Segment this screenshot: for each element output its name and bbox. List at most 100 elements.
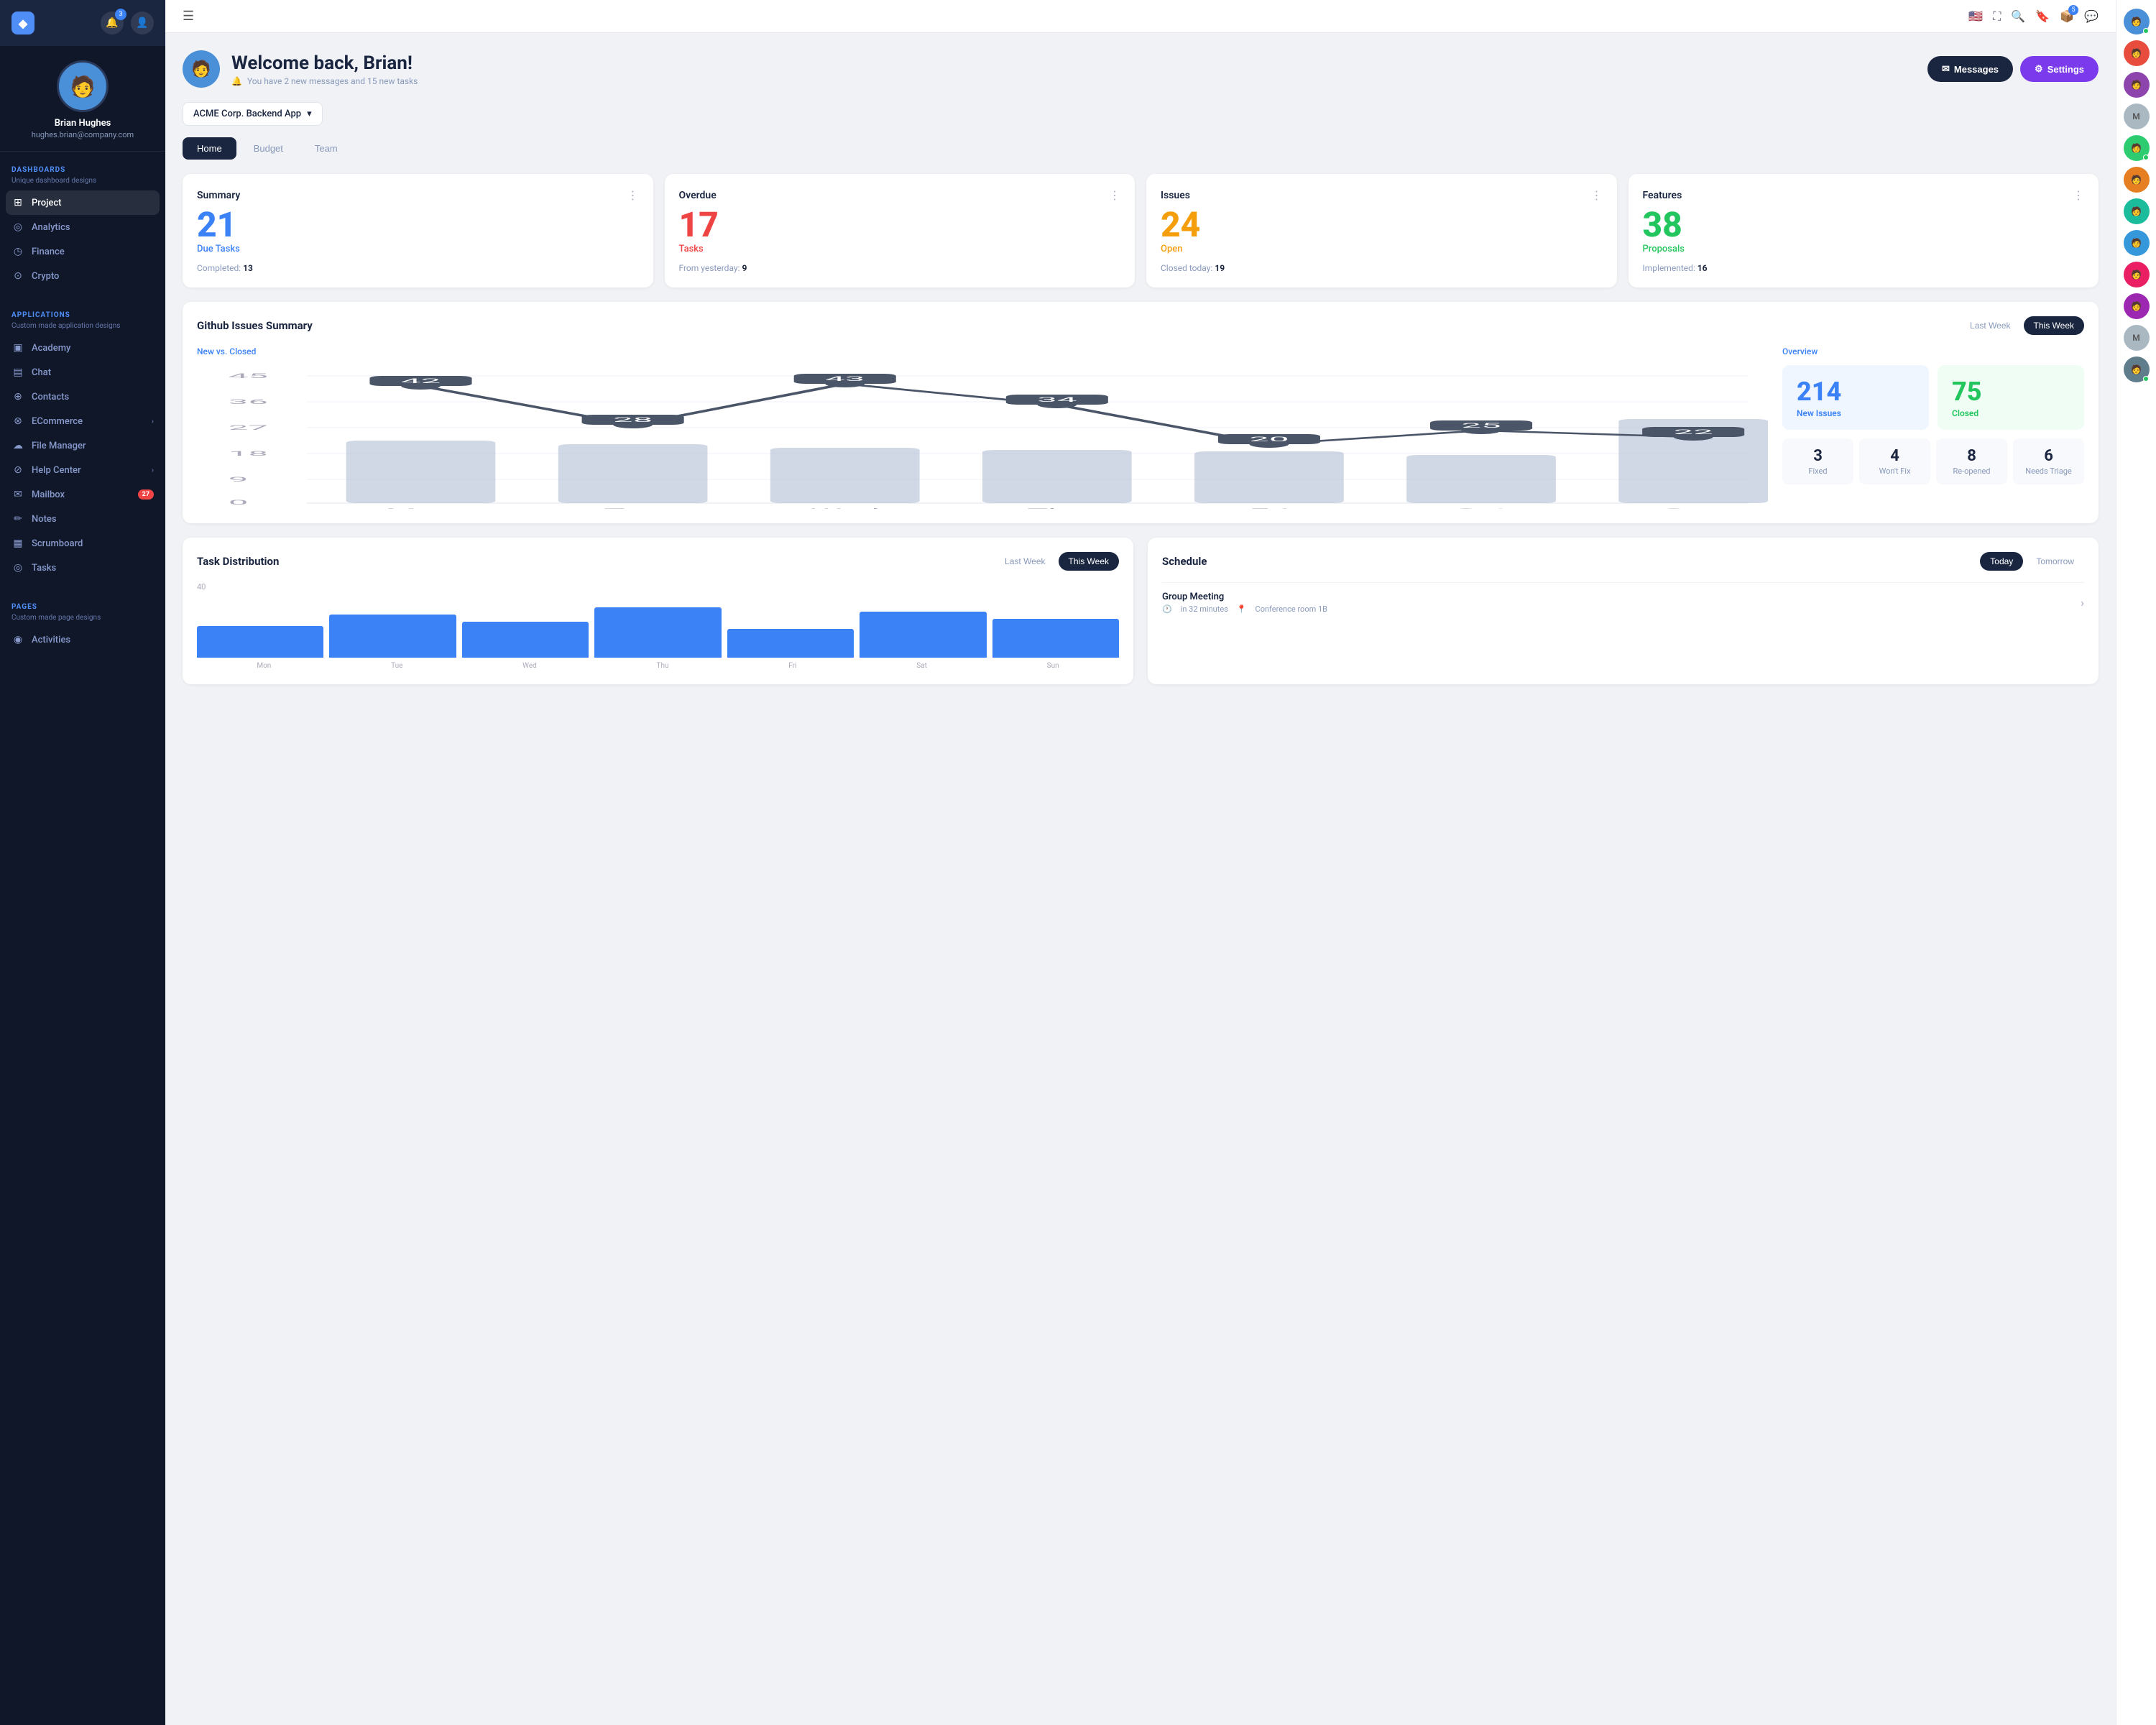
svg-text:0: 0 xyxy=(229,499,249,507)
issues-card: Issues ⋮ 24 Open Closed today: 19 xyxy=(1146,174,1617,288)
summary-label: Due Tasks xyxy=(197,244,639,254)
issues-more-icon[interactable]: ⋮ xyxy=(1591,188,1603,202)
svg-text:Mon: Mon xyxy=(385,507,456,509)
this-week-button[interactable]: This Week xyxy=(2024,316,2084,335)
project-selector[interactable]: ACME Corp. Backend App ▾ xyxy=(183,102,323,126)
messages-icon[interactable]: 💬 xyxy=(2084,9,2099,23)
sidebar-item-label: Academy xyxy=(32,343,70,354)
right-panel-avatar-m2[interactable]: M xyxy=(2124,325,2150,351)
chevron-down-icon: ▾ xyxy=(307,109,312,119)
schedule-arrow-icon[interactable]: › xyxy=(2081,596,2084,610)
tab-home[interactable]: Home xyxy=(183,137,236,160)
bookmark-icon[interactable]: 🔖 xyxy=(2035,9,2050,23)
chart-left: New vs. Closed 45 36 27 18 9 0 xyxy=(197,346,1768,509)
flag-icon[interactable]: 🇺🇸 xyxy=(1968,9,1983,23)
sidebar-item-ecommerce[interactable]: ⊗ ECommerce › xyxy=(0,409,165,433)
summary-more-icon[interactable]: ⋮ xyxy=(627,188,639,202)
right-panel-avatar-9[interactable]: 🧑 xyxy=(2124,262,2150,288)
issues-card-header: Issues ⋮ xyxy=(1161,188,1603,202)
right-panel-avatar-3[interactable]: 🧑 xyxy=(2124,72,2150,98)
chevron-right-icon: › xyxy=(152,418,154,426)
sidebar-item-scrumboard[interactable]: ▦ Scrumboard xyxy=(0,531,165,556)
task-this-week-button[interactable]: This Week xyxy=(1059,552,1119,571)
online-indicator xyxy=(2143,28,2149,34)
settings-button[interactable]: ⚙ Settings xyxy=(2020,56,2099,82)
overdue-number: 17 xyxy=(679,208,1121,242)
sidebar-item-help-center[interactable]: ⊘ Help Center › xyxy=(0,458,165,482)
search-icon[interactable]: 🔍 xyxy=(2011,9,2025,23)
top-icons: 🔔 3 👤 xyxy=(101,12,154,34)
messages-button[interactable]: ✉ Messages xyxy=(1927,56,2013,82)
right-panel-avatar-5[interactable]: 🧑 xyxy=(2124,135,2150,161)
features-more-icon[interactable]: ⋮ xyxy=(2073,188,2084,202)
bar-wed xyxy=(462,622,589,658)
right-panel-avatar-10[interactable]: 🧑 xyxy=(2124,293,2150,319)
sidebar-item-tasks[interactable]: ◎ Tasks xyxy=(0,556,165,580)
crypto-icon: ⊙ xyxy=(11,270,24,282)
closed-issues-number: 75 xyxy=(1952,377,2070,407)
inbox-icon[interactable]: 📦 5 xyxy=(2060,9,2074,23)
sidebar-item-crypto[interactable]: ⊙ Crypto xyxy=(0,264,165,288)
schedule-item-meta: 🕐 in 32 minutes 📍 Conference room 1B xyxy=(1162,604,1327,614)
right-panel-avatar-8[interactable]: 🧑 xyxy=(2124,230,2150,256)
last-week-button[interactable]: Last Week xyxy=(1960,316,2020,335)
logo-icon[interactable]: ◆ xyxy=(11,12,34,34)
sidebar-item-notes[interactable]: ✏ Notes xyxy=(0,507,165,531)
sidebar-item-file-manager[interactable]: ☁ File Manager xyxy=(0,433,165,458)
right-panel-avatar-1[interactable]: 🧑 xyxy=(2124,9,2150,34)
svg-text:Wed: Wed xyxy=(810,507,880,509)
schedule-location: Conference room 1B xyxy=(1256,604,1327,614)
schedule-time: in 32 minutes xyxy=(1181,604,1228,614)
right-panel-avatar-7[interactable]: 🧑 xyxy=(2124,198,2150,224)
sidebar-item-finance[interactable]: ◷ Finance xyxy=(0,239,165,264)
svg-text:27: 27 xyxy=(229,424,268,432)
academy-icon: ▣ xyxy=(11,342,24,354)
chart-container: 45 36 27 18 9 0 xyxy=(197,365,1768,509)
sidebar-item-mailbox[interactable]: ✉ Mailbox 27 xyxy=(0,482,165,507)
right-panel-avatar-m1[interactable]: M xyxy=(2124,104,2150,129)
svg-text:Fri: Fri xyxy=(1249,507,1289,509)
svg-text:22: 22 xyxy=(1674,428,1713,436)
profile-icon-button[interactable]: 👤 xyxy=(131,12,154,34)
today-button[interactable]: Today xyxy=(1980,552,2023,571)
svg-text:28: 28 xyxy=(613,416,653,424)
features-number: 38 xyxy=(1643,208,2085,242)
tab-budget[interactable]: Budget xyxy=(239,137,298,160)
task-dist-x-labels: Mon Tue Wed Thu Fri Sat Sun xyxy=(197,662,1119,670)
main-content: ☰ 🇺🇸 ⛶ 🔍 🔖 📦 5 💬 🧑 Welcome back, Brian! … xyxy=(165,0,2116,1725)
tasks-icon: ◎ xyxy=(11,562,24,574)
sidebar-item-chat[interactable]: ▤ Chat xyxy=(0,360,165,385)
overdue-more-icon[interactable]: ⋮ xyxy=(1109,188,1120,202)
dashboards-section: DASHBOARDS Unique dashboard designs ⊞ Pr… xyxy=(0,152,165,297)
right-panel-avatar-12[interactable]: 🧑 xyxy=(2124,356,2150,382)
tab-team[interactable]: Team xyxy=(300,137,352,160)
task-last-week-button[interactable]: Last Week xyxy=(995,552,1055,571)
tab-bar: Home Budget Team xyxy=(183,137,2099,160)
sidebar-item-contacts[interactable]: ⊕ Contacts xyxy=(0,385,165,409)
features-label: Proposals xyxy=(1643,244,2085,254)
sidebar-item-academy[interactable]: ▣ Academy xyxy=(0,336,165,360)
sidebar-item-project[interactable]: ⊞ Project xyxy=(6,190,160,215)
inbox-badge: 5 xyxy=(2068,5,2078,15)
svg-text:43: 43 xyxy=(825,375,865,383)
sidebar-item-activities[interactable]: ◉ Activities xyxy=(0,627,165,652)
svg-text:20: 20 xyxy=(1249,436,1289,443)
pages-section-sub: Custom made page designs xyxy=(0,614,165,627)
fixed-label: Fixed xyxy=(1788,466,1848,476)
notification-bell-button[interactable]: 🔔 3 xyxy=(101,12,124,34)
sidebar-item-analytics[interactable]: ◎ Analytics xyxy=(0,215,165,239)
overview-bottom: 3 Fixed 4 Won't Fix 8 Re-opened 6 xyxy=(1782,438,2084,484)
summary-card: Summary ⋮ 21 Due Tasks Completed: 13 xyxy=(183,174,653,288)
topbar-right: 🇺🇸 ⛶ 🔍 🔖 📦 5 💬 xyxy=(1968,9,2099,24)
task-distribution-card: Task Distribution Last Week This Week 40 xyxy=(183,538,1133,684)
sidebar-item-label: Help Center xyxy=(32,465,81,476)
tomorrow-button[interactable]: Tomorrow xyxy=(2026,552,2084,571)
sidebar-item-label: Activities xyxy=(32,635,70,645)
hamburger-button[interactable]: ☰ xyxy=(183,9,194,24)
right-panel-avatar-2[interactable]: 🧑 xyxy=(2124,40,2150,66)
reopened-label: Re-opened xyxy=(1942,466,2001,476)
right-panel-avatar-6[interactable]: 🧑 xyxy=(2124,167,2150,193)
schedule-item-title: Group Meeting xyxy=(1162,592,1327,602)
svg-text:Sun: Sun xyxy=(1663,507,1723,509)
fullscreen-icon[interactable]: ⛶ xyxy=(1993,9,2001,24)
